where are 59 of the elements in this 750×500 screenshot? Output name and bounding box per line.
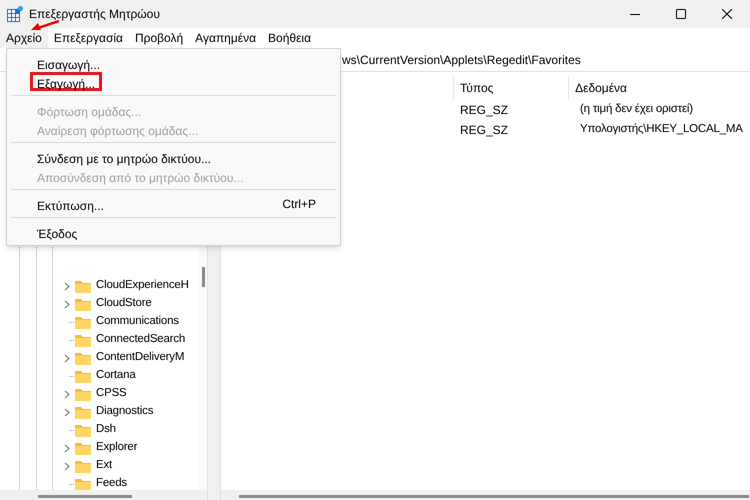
folder-icon <box>75 297 91 311</box>
scrollbar-thumb[interactable] <box>239 495 749 498</box>
window-title: Επεξεργαστής Μητρώου <box>29 6 160 23</box>
tree-item[interactable]: ContentDeliveryM <box>96 349 184 367</box>
chevron-right-icon[interactable] <box>64 354 70 362</box>
folder-icon <box>75 333 91 347</box>
chevron-right-icon[interactable] <box>64 408 70 416</box>
chevron-right-icon[interactable] <box>64 462 70 470</box>
table-cell-text: REG_SZ <box>460 102 510 119</box>
column-header[interactable]: Δεδομένα <box>568 76 750 100</box>
folder-icon <box>75 459 91 473</box>
folder-icon <box>75 441 91 455</box>
chevron-right-icon[interactable] <box>64 390 70 398</box>
folder-icon <box>75 351 91 365</box>
horizontal-scrollbar[interactable] <box>0 490 207 500</box>
column-header[interactable]: Τύπος <box>453 76 568 100</box>
folder-icon <box>75 279 91 293</box>
shortcut-label: Ctrl+P <box>282 196 316 212</box>
registry-app-icon <box>7 6 23 22</box>
tree-item[interactable]: CloudStore <box>96 295 152 313</box>
menu-bar-item[interactable]: Αρχείο <box>0 28 48 48</box>
tree-item[interactable]: CloudExperienceH <box>96 277 189 295</box>
folder-icon <box>75 315 91 329</box>
tree-item[interactable]: ConnectedSearch <box>96 331 186 349</box>
tree-item[interactable]: Ext <box>96 457 112 475</box>
menu-bar-item[interactable]: Αγαπημένα <box>189 28 262 48</box>
chevron-right-icon[interactable] <box>64 282 70 290</box>
scrollbar-thumb[interactable] <box>202 267 205 287</box>
menu-item[interactable]: Εκτύπωση... <box>30 194 111 213</box>
folder-icon <box>75 369 91 383</box>
maximize-icon <box>676 9 686 19</box>
menu-bar-item[interactable]: Προβολή <box>128 28 190 48</box>
close-icon <box>722 9 732 19</box>
tree-item[interactable]: Dsh <box>96 421 116 439</box>
scrollbar-thumb[interactable] <box>38 495 132 498</box>
horizontal-scrollbar[interactable] <box>221 490 750 500</box>
tree-item[interactable]: Feeds <box>96 475 127 493</box>
table-cell-text: Υπολογιστής\HKEY_LOCAL_MA <box>580 122 743 138</box>
folder-icon <box>75 387 91 401</box>
table-cell-text: REG_SZ <box>460 122 510 139</box>
arrow-annotation <box>30 20 60 31</box>
tree-item[interactable]: Diagnostics <box>96 403 154 421</box>
tree-item[interactable]: Explorer <box>96 439 138 457</box>
table-cell-text: (η τιμή δεν έχει οριστεί) <box>580 102 693 118</box>
tree-item[interactable]: Cortana <box>96 367 136 385</box>
menu-item[interactable]: Εξαγωγή... <box>30 72 102 91</box>
address-field[interactable]: ws\CurrentVersion\Applets\Regedit\Favorites <box>342 48 750 70</box>
menu-item[interactable]: Σύνδεση με το μητρώο δικτύου... <box>30 147 218 166</box>
tree-item[interactable]: CPSS <box>96 385 127 403</box>
folder-icon <box>75 477 91 491</box>
folder-icon <box>75 423 91 437</box>
tree-item[interactable]: Communications <box>96 313 179 331</box>
menu-item[interactable]: Έξοδος <box>30 222 84 241</box>
menu-bar-item[interactable]: Βοήθεια <box>262 28 318 48</box>
chevron-right-icon[interactable] <box>64 444 70 452</box>
menu-item[interactable]: Εισαγωγή... <box>30 53 108 72</box>
chevron-right-icon[interactable] <box>64 300 70 308</box>
folder-icon <box>75 405 91 419</box>
menu-bar-item[interactable]: Επεξεργασία <box>48 28 129 48</box>
